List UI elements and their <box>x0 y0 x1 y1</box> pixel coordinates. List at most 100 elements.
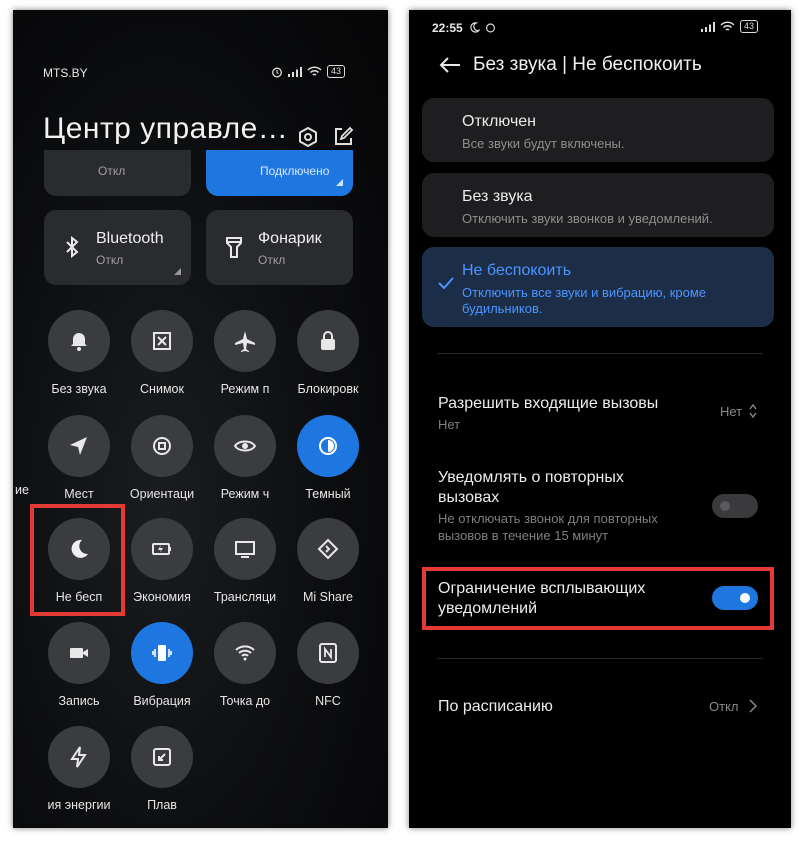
toggle-label: Мест <box>64 487 94 501</box>
toggle-button[interactable] <box>297 518 359 580</box>
mode-title: Отключен <box>462 113 537 130</box>
settings-icon[interactable] <box>297 126 319 148</box>
toggle-button[interactable] <box>48 622 110 684</box>
back-arrow-icon[interactable] <box>439 56 461 74</box>
toggle-button[interactable] <box>48 415 110 477</box>
toggle-button[interactable] <box>48 726 110 788</box>
quick-toggle-hotspot[interactable]: Точка до <box>205 622 285 708</box>
quick-toggle-video-record[interactable]: Запись <box>39 622 119 708</box>
quick-toggle-lock[interactable]: Блокировк <box>288 310 368 396</box>
tile-title: Фонарик <box>258 230 322 247</box>
vibration-icon <box>152 645 172 661</box>
chevron-right-icon <box>749 699 757 713</box>
row-subtitle: Не отключать звонок для повторных вызово… <box>438 511 658 543</box>
cut-off-label: ие <box>15 483 29 497</box>
toggle-button[interactable] <box>214 622 276 684</box>
quick-toggle-dark-mode[interactable]: Темный <box>288 415 368 501</box>
rotation-icon <box>153 437 171 455</box>
mode-dnd-option[interactable]: Не беспокоить Отключить все звуки и вибр… <box>422 247 774 327</box>
toggle-button[interactable] <box>297 415 359 477</box>
highlight-frame <box>30 504 125 616</box>
toggle-button[interactable] <box>297 310 359 372</box>
repeat-calls-toggle[interactable] <box>712 494 758 518</box>
quick-toggle-vibration[interactable]: Вибрация <box>122 622 202 708</box>
alarm-icon <box>485 23 496 33</box>
tile-bluetooth[interactable]: Bluetooth Откл <box>44 210 191 285</box>
toggle-button[interactable] <box>48 310 110 372</box>
toggle-label: Точка до <box>219 694 271 708</box>
toggle-label: Запись <box>58 694 100 708</box>
expand-corner <box>174 268 181 275</box>
toggle-button[interactable] <box>131 622 193 684</box>
lightning-icon <box>70 746 87 768</box>
dark-mode-icon <box>319 437 337 455</box>
row-value: Откл <box>709 699 739 714</box>
mode-subtitle: Отключить звуки звонков и уведомлений. <box>462 211 713 226</box>
quick-toggle-bell[interactable]: Без звука <box>39 310 119 396</box>
quick-toggle-battery-saver[interactable]: Экономия <box>122 518 202 604</box>
quick-toggle-screenshot[interactable]: Снимок <box>122 310 202 396</box>
eye-icon <box>233 440 257 452</box>
row-title: Разрешить входящие вызовы <box>438 395 659 412</box>
toggle-label: Экономия <box>133 590 191 604</box>
mode-off-option[interactable]: Отключен Все звуки будут включены. <box>422 98 774 162</box>
toggle-label: Темный <box>305 487 351 501</box>
battery-indicator: 43 <box>327 65 346 78</box>
quick-toggle-lightning[interactable]: ия энергии <box>39 726 119 812</box>
partial-tile-wifi[interactable]: Подключено <box>206 150 353 196</box>
mi-share-icon <box>317 538 339 560</box>
toggle-label: Режим ч <box>220 487 270 501</box>
status-icons: 43 <box>271 65 346 78</box>
quick-toggle-airplane[interactable]: Режим п <box>205 310 285 396</box>
row-title: По расписанию <box>438 698 553 715</box>
toggle-label: Mi Share <box>302 590 354 604</box>
battery-saver-icon <box>152 543 171 555</box>
cast-icon <box>235 541 255 558</box>
bell-icon <box>71 333 87 351</box>
partial-tile-mobile-data[interactable]: Откл <box>44 150 191 196</box>
airplane-icon <box>235 331 255 352</box>
toggle-button[interactable] <box>131 726 193 788</box>
quick-toggle-cast[interactable]: Трансляци <box>205 518 285 604</box>
row-value: Нет <box>720 404 743 419</box>
tile-flashlight[interactable]: Фонарик Откл <box>206 210 353 285</box>
clock: 22:55 <box>432 21 463 35</box>
mode-silent-option[interactable]: Без звука Отключить звуки звонков и увед… <box>422 173 774 237</box>
toggle-button[interactable] <box>214 310 276 372</box>
expand-corner <box>336 179 343 186</box>
carrier-label: MTS.BY <box>43 66 88 80</box>
divider <box>437 658 763 659</box>
signal-icon <box>701 21 715 32</box>
quick-toggle-location[interactable]: Мест <box>39 415 119 501</box>
toggle-button[interactable] <box>214 415 276 477</box>
tile-status: Откл <box>96 253 124 267</box>
tile-title: Bluetooth <box>96 230 164 247</box>
quick-toggle-mi-share[interactable]: Mi Share <box>288 518 368 604</box>
edit-icon[interactable] <box>332 126 354 148</box>
signal-icon <box>288 66 302 77</box>
highlight-frame <box>422 567 774 630</box>
quick-toggle-floating-window[interactable]: Плав <box>122 726 202 812</box>
toggle-label: Ориентаци <box>129 487 195 501</box>
mode-subtitle: Все звуки будут включены. <box>462 136 625 151</box>
quick-toggle-nfc[interactable]: NFC <box>288 622 368 708</box>
toggle-button[interactable] <box>131 415 193 477</box>
flashlight-icon <box>226 237 242 258</box>
mode-title: Без звука <box>462 188 533 205</box>
toggle-knob <box>720 501 730 511</box>
wifi-icon <box>307 66 322 76</box>
page-title: Без звука | Не беспокоить <box>473 54 702 75</box>
quick-toggle-eye[interactable]: Режим ч <box>205 415 285 501</box>
row-title: Уведомлять о повторных вызовах <box>438 469 624 506</box>
lock-icon <box>321 331 335 350</box>
toggle-label: ия энергии <box>47 798 111 812</box>
mode-subtitle: Отключить все звуки и вибрацию, кроме бу… <box>462 285 707 316</box>
quick-toggle-rotation[interactable]: Ориентаци <box>122 415 202 501</box>
toggle-button[interactable] <box>131 310 193 372</box>
floating-window-icon <box>153 748 171 766</box>
toggle-button[interactable] <box>131 518 193 580</box>
toggle-label: NFC <box>315 694 341 708</box>
toggle-button[interactable] <box>297 622 359 684</box>
bluetooth-icon <box>66 236 79 258</box>
toggle-button[interactable] <box>214 518 276 580</box>
